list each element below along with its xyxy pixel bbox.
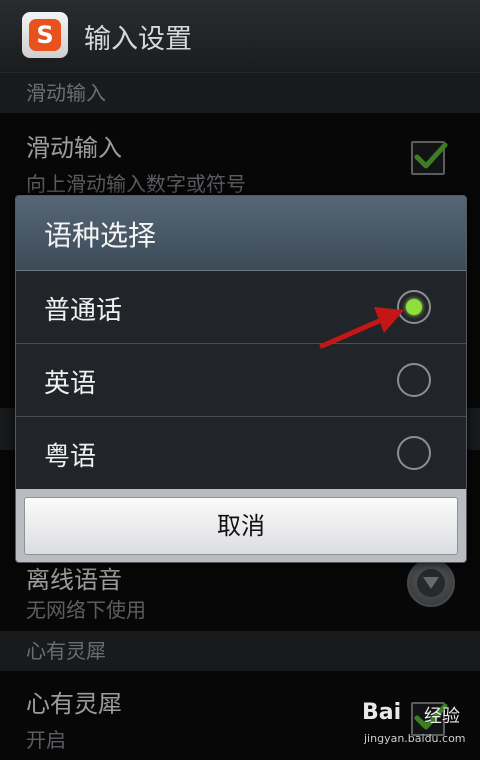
watermark-url: jingyan.baidu.com — [364, 732, 466, 745]
watermark-brand-suffix: 经验 — [424, 706, 460, 727]
watermark-brand: Bai — [362, 700, 402, 725]
baidu-jingyan-watermark: Bai 经验 jingyan.baidu.com — [362, 700, 472, 754]
red-arrow-annotation-icon — [319, 307, 404, 349]
